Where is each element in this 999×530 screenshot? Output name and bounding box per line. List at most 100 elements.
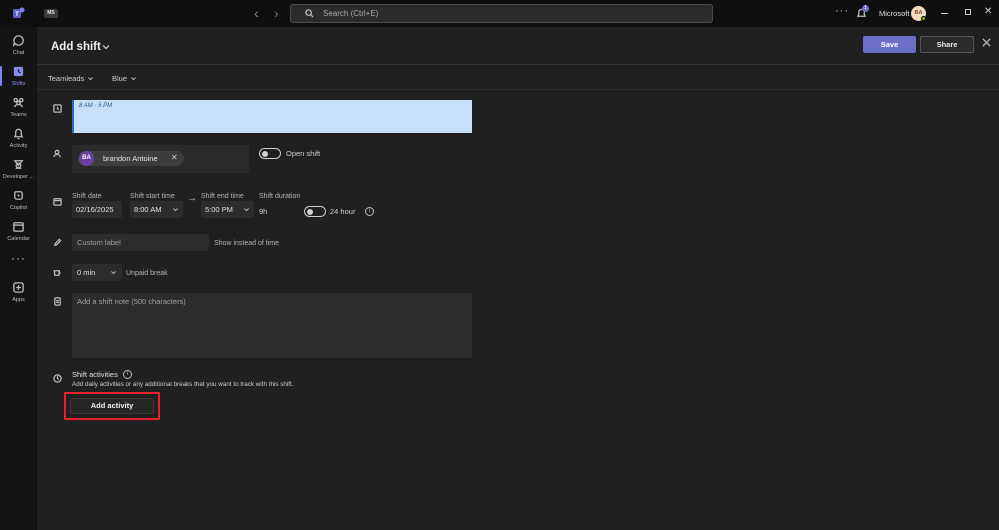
start-time-value: 8:00 AM — [134, 205, 162, 214]
svg-text:T: T — [15, 12, 19, 18]
search-box[interactable]: Search (Ctrl+E) — [290, 4, 713, 23]
group-filter-dropdown[interactable]: Teamleads — [48, 72, 94, 84]
activities-clock-icon — [53, 374, 62, 383]
rail-label: Chat — [12, 50, 25, 56]
apps-icon — [13, 282, 24, 293]
end-time-value: 5:00 PM — [205, 205, 233, 214]
notification-count-badge: 1 — [862, 5, 869, 12]
close-window-icon[interactable]: ✕ — [984, 6, 992, 18]
chevron-down-icon — [88, 76, 94, 80]
restore-icon[interactable] — [965, 9, 971, 15]
time-preview-block[interactable]: 8 AM - 5 PM — [72, 100, 472, 133]
unpaid-break-label: Unpaid break — [126, 270, 168, 277]
open-shift-label: Open shift — [286, 149, 321, 158]
rail-label: Calendar — [7, 236, 30, 242]
time-preview-text: 8 AM - 5 PM — [79, 103, 113, 109]
rail-label: Copilot — [9, 205, 28, 211]
shift-activities-title: Shift activities — [72, 370, 118, 379]
show-instead-label: Show instead of time — [214, 240, 279, 247]
chevron-down-icon — [173, 208, 178, 212]
member-chip[interactable]: BA brandon Antoine ✕ — [78, 151, 184, 166]
app-rail: Chat Shifts Teams Activity Developer ...… — [0, 27, 37, 530]
copilot-icon — [14, 191, 23, 200]
theme-filter-label: Blue — [112, 73, 128, 83]
start-time-dropdown[interactable]: 8:00 AM — [130, 201, 183, 218]
hour24-toggle[interactable] — [304, 206, 326, 217]
more-options-icon[interactable]: ··· — [835, 5, 849, 17]
end-time-label: Shift end time — [201, 193, 244, 200]
note-icon — [54, 297, 61, 306]
shift-duration-label: Shift duration — [259, 193, 301, 200]
bell-icon — [13, 128, 24, 140]
save-button[interactable]: Save — [863, 36, 916, 53]
rail-label: Shifts — [11, 81, 26, 87]
coffee-cup-icon — [53, 270, 61, 276]
chevron-down-icon — [244, 208, 249, 212]
rail-item-activity[interactable]: Activity — [0, 124, 37, 156]
rail-item-copilot[interactable]: Copilot — [0, 186, 37, 218]
theme-filter-dropdown[interactable]: Blue — [112, 72, 137, 84]
start-time-label: Shift start time — [130, 193, 175, 200]
presence-available-icon — [921, 16, 926, 21]
search-placeholder: Search (Ctrl+E) — [323, 9, 379, 18]
end-time-dropdown[interactable]: 5:00 PM — [201, 201, 254, 218]
person-add-icon — [53, 149, 61, 158]
break-dropdown[interactable]: 0 min — [72, 264, 122, 281]
member-name: brandon Antoine — [103, 154, 158, 163]
minimize-icon[interactable] — [941, 13, 948, 14]
rail-label: Apps — [12, 297, 25, 303]
custom-label-input[interactable]: Custom label — [72, 234, 209, 251]
open-shift-toggle[interactable] — [259, 148, 281, 159]
pencil-icon — [53, 238, 62, 247]
shift-date-field[interactable]: 02/16/2025 — [72, 201, 122, 218]
rail-item-teams[interactable]: Teams — [0, 93, 37, 125]
info-icon[interactable]: i — [365, 207, 374, 216]
page-title: Add shift — [51, 41, 101, 53]
close-panel-icon[interactable] — [981, 37, 993, 49]
arrow-right-icon: → — [187, 193, 197, 204]
calendar-icon — [53, 198, 62, 206]
title-chevron-down-icon[interactable] — [101, 42, 111, 52]
member-picker[interactable]: BA brandon Antoine ✕ — [72, 145, 249, 173]
remove-member-icon[interactable]: ✕ — [171, 153, 178, 162]
calendar-icon — [13, 222, 24, 232]
custom-label-placeholder: Custom label — [77, 238, 121, 247]
back-arrow-icon[interactable]: ‹ — [254, 6, 266, 20]
rail-item-more[interactable]: ··· — [0, 249, 37, 281]
shift-activities-description: Add daily activities or any additional b… — [72, 381, 294, 388]
share-button[interactable]: Share — [920, 36, 974, 53]
shift-date-value: 02/16/2025 — [76, 205, 114, 214]
activities-info-icon[interactable]: i — [123, 370, 132, 379]
rail-label: Developer ... — [2, 174, 35, 180]
shift-duration-value: 9h — [259, 207, 268, 216]
rail-item-chat[interactable]: Chat — [0, 31, 37, 63]
org-name[interactable]: Microsoft — [879, 9, 909, 18]
shift-date-label: Shift date — [72, 193, 102, 200]
teams-icon — [13, 97, 24, 108]
chevron-down-icon — [131, 76, 136, 80]
chat-icon — [12, 35, 24, 47]
teams-logo-icon[interactable]: T — [12, 6, 25, 20]
filter-divider — [37, 89, 999, 90]
search-icon — [305, 9, 314, 18]
add-activity-button[interactable]: Add activity — [70, 398, 154, 414]
member-avatar: BA — [79, 151, 94, 166]
rail-item-calendar[interactable]: Calendar — [0, 217, 37, 249]
more-icon: ··· — [11, 251, 26, 265]
header-divider — [37, 64, 999, 65]
rail-item-shifts[interactable]: Shifts — [0, 62, 37, 94]
add-shift-panel: Add shift Save Share Teamleads Blue 8 AM… — [37, 27, 999, 530]
rail-label: Activity — [9, 143, 28, 149]
org-badge[interactable]: MS — [44, 9, 58, 18]
shift-note-textarea[interactable]: Add a shift note (500 characters) — [72, 293, 472, 358]
clock-icon — [53, 104, 62, 113]
forward-arrow-icon[interactable]: › — [274, 6, 286, 20]
break-value: 0 min — [77, 268, 96, 277]
group-filter-label: Teamleads — [48, 73, 85, 83]
shifts-icon — [13, 66, 24, 77]
hour24-label: 24 hour — [330, 207, 356, 216]
shift-note-placeholder: Add a shift note (500 characters) — [77, 297, 186, 306]
rail-item-developer[interactable]: Developer ... — [0, 155, 37, 187]
title-bar: T MS ‹ › Search (Ctrl+E) ··· 1 Microsoft… — [0, 0, 999, 27]
rail-item-apps[interactable]: Apps — [0, 278, 37, 310]
